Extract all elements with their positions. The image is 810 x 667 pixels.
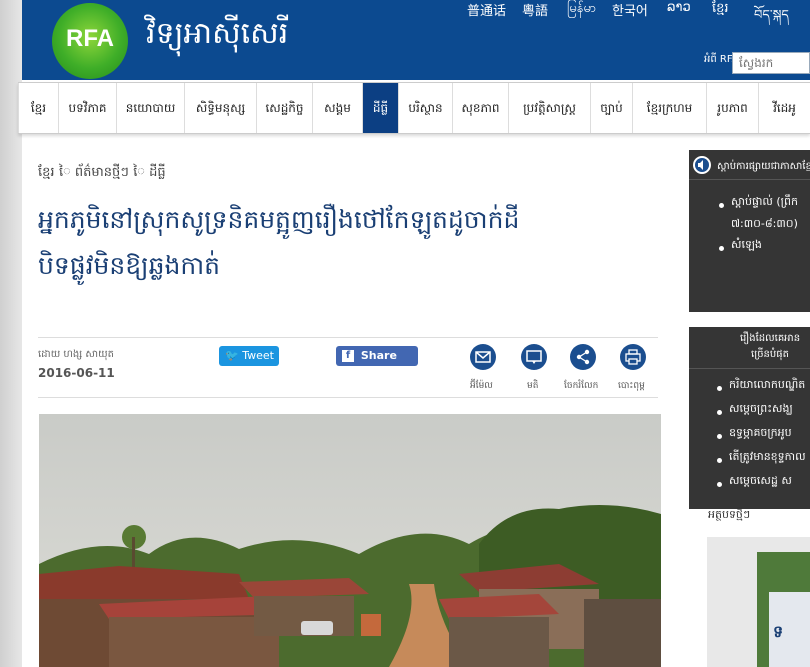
email-icon (475, 351, 491, 363)
main-nav: ខ្មែរ បទវិភាគ នយោបាយ សិទ្ធិមនុស្ស សេដ្ឋក… (18, 82, 810, 134)
share-icon (576, 349, 590, 365)
nav-khmer[interactable]: ខ្មែរ (18, 83, 58, 133)
facebook-share-button[interactable]: f Share 3.5K (336, 346, 418, 382)
comment-button[interactable] (521, 344, 547, 370)
headline-line-2: បិទផ្លូវមិនឱ្យឆ្លងកាត់ (38, 251, 221, 280)
logo-text: RFA (66, 25, 114, 52)
most-read-item-5[interactable]: សម្ដេចសេដ្ឋ ស (729, 474, 792, 490)
share-button[interactable] (570, 344, 596, 370)
bullet (717, 434, 722, 439)
article-headline: អ្នកភូមិនៅស្រុកសូទ្រនិគមត្អូញរឿងថៅកែឡូតដ… (38, 200, 678, 286)
recent-article-thumbnail[interactable]: ទ (707, 537, 810, 667)
bullet (717, 458, 722, 463)
comment-icon (526, 350, 542, 364)
tweet-button[interactable]: 🐦 Tweet (219, 346, 279, 366)
headline-line-1: អ្នកភូមិនៅស្រុកសូទ្រនិគមត្អូញរឿងថៅកែឡូតដ… (38, 205, 520, 234)
most-read-item-3[interactable]: ឧទ្ធម្ភាគចក្រអូប (729, 426, 792, 442)
search-input[interactable] (732, 52, 810, 74)
facebook-icon: f (342, 350, 354, 362)
nav-khmer-rouge[interactable]: ខ្មែរក្រហម (632, 83, 706, 133)
bullet (717, 410, 722, 415)
most-read-header: រឿងដែលគេអានច្រើនបំផុត (689, 327, 810, 369)
nav-economy[interactable]: សេដ្ឋកិច្ច (256, 83, 312, 133)
speaker-icon (693, 156, 711, 174)
nav-environment[interactable]: បរិស្ថាន (398, 83, 452, 133)
svg-text:ទ: ទ (773, 622, 783, 641)
site-header: RFA វិទ្យុអាស៊ីសេរី 普通话 粵語 မြန်မာ 한국어 ລາ… (22, 0, 810, 80)
nav-land[interactable]: ដីធ្លី (362, 83, 398, 133)
lang-lao[interactable]: ລາວ (667, 0, 691, 15)
bullet (719, 246, 724, 251)
lang-mandarin[interactable]: 普通话 (467, 0, 506, 19)
article-photo (39, 414, 661, 667)
most-read-item-1[interactable]: ករិយាលោកបណ្ឌិត (729, 378, 805, 394)
page: RFA វិទ្យុអាស៊ីសេរី 普通话 粵語 မြန်မာ 한국어 ລາ… (18, 0, 810, 667)
comment-label[interactable]: មតិ (527, 380, 538, 393)
share-tool-label[interactable]: ចែករំលែក (564, 380, 598, 393)
twitter-icon: 🐦 (225, 349, 239, 362)
lang-tibetan[interactable]: བོད་སྐད (754, 0, 789, 37)
listen-live-time[interactable]: ៧:៣០-៨:៣០) (731, 217, 798, 233)
listen-live-link[interactable]: ស្ដាប់ផ្ទាល់ (ព្រឹក (731, 195, 798, 211)
listen-panel-header: ស្ដាប់ការផ្សាយជាភាសាខ្មែរ (689, 150, 810, 180)
nav-law[interactable]: ច្បាប់ (590, 83, 632, 133)
byline: ដោយ ហង្ស សាយុត (38, 349, 114, 360)
bullet (717, 482, 722, 487)
lang-korean[interactable]: 한국어 (612, 0, 648, 19)
nav-society[interactable]: សង្គម (312, 83, 362, 133)
share-divider-top (38, 337, 658, 338)
most-read-item-2[interactable]: សម្ដេចព្រះសង្ឃ (729, 402, 793, 418)
nav-history[interactable]: ប្រវត្តិសាស្ត្រ (508, 83, 590, 133)
most-read-item-4[interactable]: តើត្រូវមានខុទ្ទកាល (729, 450, 806, 466)
print-label[interactable]: បោះពុម្ព (618, 380, 645, 393)
email-label[interactable]: អ៊ីម៉ែល (470, 380, 493, 393)
listen-panel-title: ស្ដាប់ការផ្សាយជាភាសាខ្មែរ (717, 161, 810, 172)
share-divider-bottom (38, 397, 658, 398)
bullet (717, 386, 722, 391)
print-icon (625, 349, 641, 365)
lang-khmer[interactable]: ខ្មែរ (712, 0, 729, 19)
nav-politics[interactable]: នយោបាយ (116, 83, 184, 133)
site-title: វិទ្យុអាស៊ីសេរី (146, 16, 289, 51)
most-read-panel: រឿងដែលគេអានច្រើនបំផុត ករិយាលោកបណ្ឌិត សម្… (689, 327, 810, 509)
recent-articles-label: អត្ថបទថ្មីៗ (708, 508, 751, 521)
tweet-label: Tweet (242, 349, 274, 362)
nav-video[interactable]: វីដេអូ (758, 83, 810, 133)
breadcrumb[interactable]: ខ្មែរ ៃ ព័ត៌មានថ្មីៗ ៃ ដីធ្លី (38, 164, 166, 183)
email-button[interactable] (470, 344, 496, 370)
most-read-title: រឿងដែលគេអានច្រើនបំផុត (739, 333, 801, 360)
nav-human-rights[interactable]: សិទ្ធិមនុស្ស (184, 83, 256, 133)
article-date: 2016-06-11 (38, 366, 115, 380)
lang-cantonese[interactable]: 粵語 (522, 0, 548, 19)
rfa-logo[interactable]: RFA (52, 3, 128, 79)
bullet (719, 203, 724, 208)
listen-panel: ស្ដាប់ការផ្សាយជាភាសាខ្មែរ ស្ដាប់ផ្ទាល់ (… (689, 150, 810, 312)
listen-audio-link[interactable]: សំឡេង (731, 238, 762, 254)
nav-health[interactable]: សុខភាព (452, 83, 508, 133)
nav-analysis[interactable]: បទវិភាគ (58, 83, 116, 133)
print-button[interactable] (620, 344, 646, 370)
lang-burmese[interactable]: မြန်မာ (567, 0, 596, 19)
nav-photos[interactable]: រូបភាព (706, 83, 758, 133)
